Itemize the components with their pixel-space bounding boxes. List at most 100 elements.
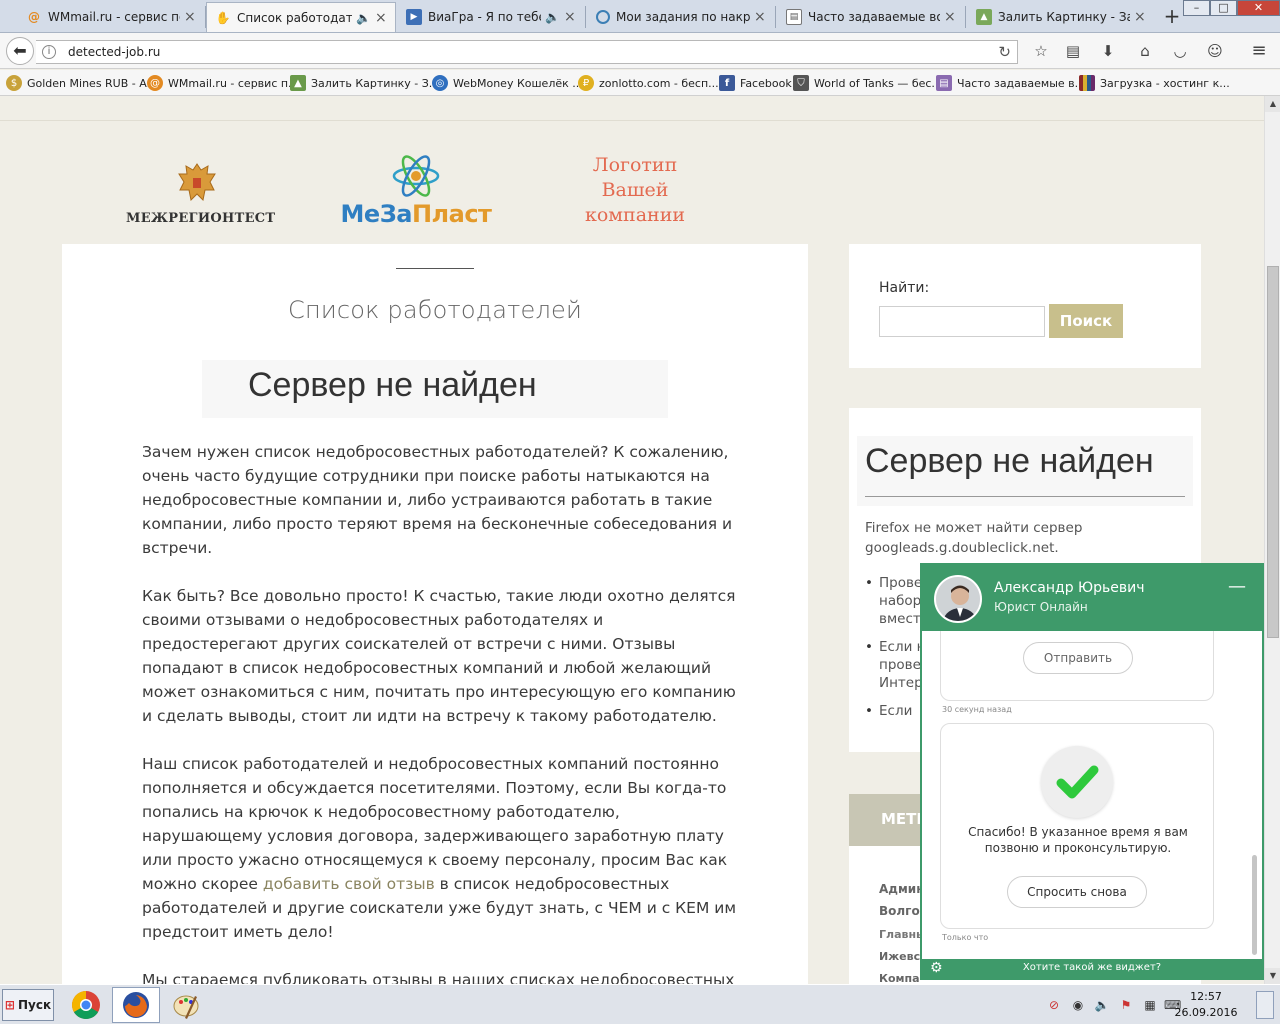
clock-date: 26.09.2016	[1174, 1006, 1238, 1019]
back-button[interactable]: ⬅	[6, 37, 34, 65]
system-clock[interactable]: 12:57 26.09.2016	[1160, 989, 1252, 1021]
logo-mezhregiontest[interactable]: МЕЖРЕГИОНТЕСТ	[126, 160, 276, 226]
widget-promo-link[interactable]: Хотите такой же виджет?	[922, 962, 1262, 973]
title-decoration-line	[396, 268, 474, 269]
minimize-icon[interactable]: —	[1228, 578, 1246, 597]
scroll-down-arrow-icon[interactable]: ▼	[1265, 968, 1280, 984]
tab-separator	[585, 6, 586, 28]
chat-bubble-icon[interactable]: ☺	[1204, 40, 1226, 62]
close-tab-icon[interactable]: ×	[1134, 9, 1146, 25]
thanks-message: Спасибо! В указанное время я вам позвоню…	[968, 825, 1188, 855]
bookmark-webmoney[interactable]: ◎ WebMoney Кошелёк ...	[432, 74, 583, 92]
reading-list-icon[interactable]: ▤	[1062, 40, 1084, 62]
hosting-icon	[1079, 75, 1095, 91]
minimize-button[interactable]: –	[1183, 0, 1210, 16]
ad-error-frame: Сервер не найден	[202, 360, 668, 418]
wmmail-icon: @	[147, 75, 163, 91]
message-timestamp: Только что	[942, 933, 989, 942]
tab-employers-list[interactable]: ✋ Список работодате... 🔈 ×	[206, 2, 396, 32]
downloads-icon[interactable]: ⬇	[1097, 40, 1119, 62]
bookmark-star-icon[interactable]: ☆	[1030, 40, 1052, 62]
tab-wmmail[interactable]: @ WMmail.ru - сервис почт... ×	[18, 2, 204, 32]
action-center-flag-icon[interactable]: ⚑	[1118, 997, 1134, 1013]
send-button[interactable]: Отправить	[1023, 642, 1133, 674]
tag-link[interactable]: Волго	[879, 904, 920, 918]
chat-message-form: Отправить	[940, 631, 1214, 701]
start-label: Пуск	[17, 998, 52, 1012]
tag-link[interactable]: Главны	[879, 928, 926, 941]
speaker-icon[interactable]: 🔈	[545, 10, 560, 24]
main-article: Список работодателей Сервер не найден За…	[62, 244, 808, 984]
tab-label: Мои задания по накрутке	[616, 10, 750, 24]
logo-your-company[interactable]: Логотип Вашей компании	[560, 153, 710, 228]
tab-viagra-video[interactable]: ▶ ВиаГра - Я по тебе ... 🔈 ×	[398, 2, 584, 32]
search-input[interactable]	[879, 306, 1045, 337]
new-tab-button[interactable]: +	[1160, 4, 1184, 28]
logo-text: МЕЖРЕГИОНТЕСТ	[126, 211, 276, 226]
page-scrollbar[interactable]: ▲ ▼	[1264, 96, 1280, 984]
close-window-button[interactable]: ✕	[1237, 0, 1280, 16]
chat-scrollbar[interactable]	[1252, 855, 1257, 955]
taskbar-app-paint[interactable]	[162, 987, 210, 1023]
bookmark-label: Часто задаваемые в...	[957, 76, 1086, 90]
menu-hamburger-icon[interactable]: ≡	[1248, 40, 1270, 62]
home-icon[interactable]: ⌂	[1134, 40, 1156, 62]
tab-separator	[775, 6, 776, 28]
bookmark-golden-mines[interactable]: $ Golden Mines RUB - A...	[6, 74, 157, 92]
info-icon[interactable]: i	[42, 45, 56, 59]
close-tab-icon[interactable]: ×	[564, 9, 576, 25]
bookmark-image-upload[interactable]: ▲ Залить Картинку - З...	[290, 74, 439, 92]
bookmark-label: WMmail.ru - сервис п...	[168, 76, 299, 90]
network-icon[interactable]: ▦	[1142, 997, 1158, 1013]
tag-link[interactable]: Админ	[879, 882, 925, 896]
scroll-up-arrow-icon[interactable]: ▲	[1265, 96, 1280, 112]
reload-icon[interactable]: ↻	[998, 43, 1011, 61]
tab-bar: @ WMmail.ru - сервис почт... × ✋ Список …	[0, 0, 1280, 33]
firefox-icon	[123, 992, 149, 1018]
pocket-icon[interactable]: ◡	[1169, 40, 1191, 62]
bookmark-label: Залить Картинку - З...	[311, 76, 440, 90]
bookmark-label: World of Tanks — бес...	[814, 76, 942, 90]
scrollbar-thumb[interactable]	[1267, 266, 1279, 638]
bookmark-facebook[interactable]: f Facebook	[719, 74, 792, 92]
address-bar[interactable]: i detected-job.ru ↻	[36, 40, 1018, 64]
bookmark-faq[interactable]: ▤ Часто задаваемые в...	[936, 74, 1085, 92]
start-button[interactable]: ⊞ Пуск	[2, 989, 54, 1021]
divider	[865, 496, 1185, 497]
tab-image-upload[interactable]: ▲ Залить Картинку - Загр... ×	[968, 2, 1154, 32]
tab-faq[interactable]: ▤ Часто задаваемые вопр... ×	[778, 2, 964, 32]
tab-label: Список работодате...	[237, 10, 353, 25]
volume-icon[interactable]: 🔈	[1094, 997, 1110, 1013]
close-tab-icon[interactable]: ×	[184, 9, 196, 25]
tag-link[interactable]: Ижевс	[879, 950, 920, 963]
bookmark-wmmail[interactable]: @ WMmail.ru - сервис п...	[147, 74, 299, 92]
add-review-link[interactable]: добавить свой отзыв	[263, 875, 435, 893]
bookmark-zonlotto[interactable]: ₽ zonlotto.com - бесп...	[578, 74, 719, 92]
bookmarks-bar: $ Golden Mines RUB - A... @ WMmail.ru - …	[0, 70, 1280, 96]
tab-label: WMmail.ru - сервис почт...	[48, 10, 180, 24]
ask-again-button[interactable]: Спросить снова	[1007, 876, 1147, 908]
taskbar-app-chrome[interactable]	[62, 987, 110, 1023]
taskbar-app-firefox[interactable]	[112, 987, 160, 1023]
tab-separator	[965, 6, 966, 28]
close-tab-icon[interactable]: ×	[375, 10, 387, 26]
search-button[interactable]: Поиск	[1049, 304, 1123, 338]
tab-label: Часто задаваемые вопр...	[808, 10, 940, 24]
show-desktop-button[interactable]	[1256, 991, 1274, 1019]
close-tab-icon[interactable]: ×	[944, 9, 956, 25]
paragraph: Как быть? Все довольно просто! К счастью…	[142, 587, 736, 725]
bookmark-hosting[interactable]: Загрузка - хостинг к...	[1079, 74, 1230, 92]
page-title: Список работодателей	[288, 296, 582, 324]
tab-my-tasks[interactable]: Мои задания по накрутке ×	[588, 2, 774, 32]
speaker-icon[interactable]: 🔈	[356, 11, 371, 25]
logo-mezaplast[interactable]: МеЗаПласт	[340, 152, 492, 228]
network-status-icon[interactable]: ◉	[1070, 997, 1086, 1013]
tag-link[interactable]: Компа	[879, 972, 920, 984]
bookmark-world-of-tanks[interactable]: ⛉ World of Tanks — бес...	[793, 74, 942, 92]
security-shield-icon[interactable]: ⊘	[1046, 997, 1062, 1013]
url-text[interactable]: detected-job.ru	[68, 45, 160, 59]
close-tab-icon[interactable]: ×	[754, 9, 766, 25]
facebook-icon: f	[719, 75, 735, 91]
bookmark-label: Facebook	[740, 76, 792, 90]
maximize-button[interactable]: □	[1210, 0, 1237, 16]
